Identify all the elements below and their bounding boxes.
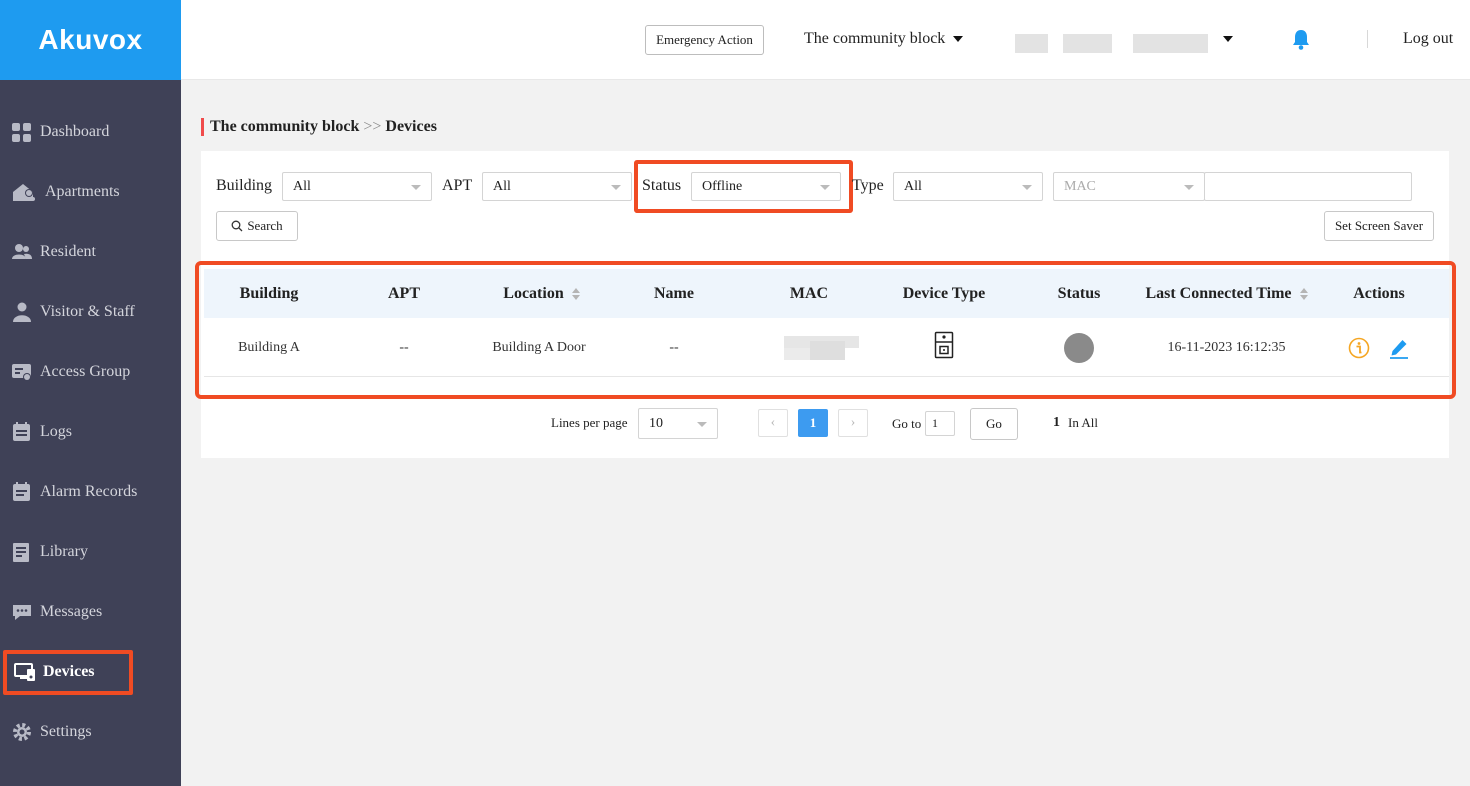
apartments-icon xyxy=(11,181,38,203)
breadcrumb-parent[interactable]: The community block xyxy=(210,118,359,136)
top-header: Emergency Action The community block Log… xyxy=(181,0,1470,80)
sidebar-item-access-group[interactable]: Access Group xyxy=(0,352,181,392)
breadcrumb: The community block >> Devices xyxy=(201,118,437,136)
user-menu-chevron-icon[interactable] xyxy=(1223,36,1233,42)
sidebar-item-logs[interactable]: Logs xyxy=(0,412,181,452)
go-button[interactable]: Go xyxy=(970,408,1018,440)
user-info-redacted xyxy=(1133,34,1208,53)
type-filter-select[interactable]: All xyxy=(893,172,1043,201)
community-label: The community block xyxy=(804,30,946,47)
user-info-redacted xyxy=(1063,34,1112,53)
set-screen-saver-button[interactable]: Set Screen Saver xyxy=(1324,211,1434,241)
chevron-down-icon xyxy=(953,36,964,42)
emergency-action-button[interactable]: Emergency Action xyxy=(645,25,764,55)
user-info-redacted xyxy=(1015,34,1048,53)
sidebar-item-label: Access Group xyxy=(40,363,131,380)
sidebar-item-visitor-staff[interactable]: Visitor & Staff xyxy=(0,292,181,332)
sidebar-item-label: Messages xyxy=(40,603,103,620)
dropdown-arrow-icon xyxy=(697,422,707,427)
sidebar: Akuvox Dashboard Apartments Resident Vis… xyxy=(0,0,181,786)
go-to-page-input[interactable]: 1 xyxy=(925,411,955,436)
sidebar-item-label: Dashboard xyxy=(40,123,110,140)
sidebar-item-settings[interactable]: Settings xyxy=(0,712,181,752)
sidebar-item-alarm-records[interactable]: Alarm Records xyxy=(0,472,181,512)
logout-link[interactable]: Log out xyxy=(1403,30,1453,48)
devices-highlight xyxy=(3,650,133,695)
bell-icon[interactable] xyxy=(1291,28,1311,55)
search-field-value: MAC xyxy=(1064,178,1096,194)
building-filter-label: Building xyxy=(216,177,273,194)
sidebar-item-apartments[interactable]: Apartments xyxy=(0,172,181,212)
sidebar-item-dashboard[interactable]: Dashboard xyxy=(0,112,181,152)
sidebar-item-messages[interactable]: Messages xyxy=(0,592,181,632)
type-filter-value: All xyxy=(904,178,922,194)
total-count: 1 xyxy=(1053,415,1060,430)
dropdown-arrow-icon xyxy=(1184,185,1194,190)
sidebar-item-label: Library xyxy=(40,543,88,560)
community-selector[interactable]: The community block xyxy=(804,30,964,48)
access-group-icon xyxy=(11,361,33,383)
next-page-button[interactable]: › xyxy=(838,409,868,437)
sidebar-item-library[interactable]: Library xyxy=(0,532,181,572)
apt-filter-value: All xyxy=(493,178,511,194)
alarm-records-icon xyxy=(11,481,33,503)
search-button[interactable]: Search xyxy=(216,211,298,241)
brand-name: Akuvox xyxy=(38,24,143,55)
building-filter-value: All xyxy=(293,178,311,194)
dropdown-arrow-icon xyxy=(611,185,621,190)
breadcrumb-current: Devices xyxy=(385,118,437,135)
resident-icon xyxy=(11,241,33,263)
table-highlight xyxy=(195,261,1456,399)
dashboard-icon xyxy=(11,121,33,143)
previous-page-button[interactable]: ‹ xyxy=(758,409,788,437)
breadcrumb-separator: >> xyxy=(363,118,382,135)
page-button-current[interactable]: 1 xyxy=(798,409,828,437)
type-filter-label: Type xyxy=(852,177,884,194)
header-divider xyxy=(1367,30,1368,48)
logs-icon xyxy=(11,421,33,443)
brand-logo[interactable]: Akuvox xyxy=(0,0,181,80)
go-to-page-value: 1 xyxy=(932,416,938,430)
building-filter-select[interactable]: All xyxy=(282,172,432,201)
messages-icon xyxy=(11,601,33,623)
settings-icon xyxy=(11,721,33,743)
sidebar-item-label: Visitor & Staff xyxy=(40,303,135,320)
search-field-select[interactable]: MAC xyxy=(1053,172,1205,201)
visitor-icon xyxy=(11,301,33,323)
search-input[interactable] xyxy=(1204,172,1412,201)
lines-per-page-select[interactable]: 10 xyxy=(638,408,718,439)
apt-filter-label: APT xyxy=(442,177,473,194)
status-filter-highlight xyxy=(634,160,853,213)
sidebar-item-label: Apartments xyxy=(45,183,120,200)
devices-panel: Building All APT All Status Offline Type… xyxy=(195,151,1456,458)
search-icon xyxy=(231,220,243,232)
lines-per-page-value: 10 xyxy=(649,415,663,431)
sidebar-item-resident[interactable]: Resident xyxy=(0,232,181,272)
apt-filter-select[interactable]: All xyxy=(482,172,632,201)
sidebar-item-label: Alarm Records xyxy=(40,483,138,500)
sidebar-item-label: Logs xyxy=(40,423,72,440)
search-button-label: Search xyxy=(247,218,283,233)
sidebar-item-label: Settings xyxy=(40,723,92,740)
sidebar-item-label: Resident xyxy=(40,243,96,260)
lines-per-page-label: Lines per page xyxy=(551,415,628,430)
total-label: In All xyxy=(1068,415,1098,430)
dropdown-arrow-icon xyxy=(1022,185,1032,190)
go-to-label: Go to xyxy=(892,416,922,431)
dropdown-arrow-icon xyxy=(411,185,421,190)
library-icon xyxy=(11,541,33,563)
